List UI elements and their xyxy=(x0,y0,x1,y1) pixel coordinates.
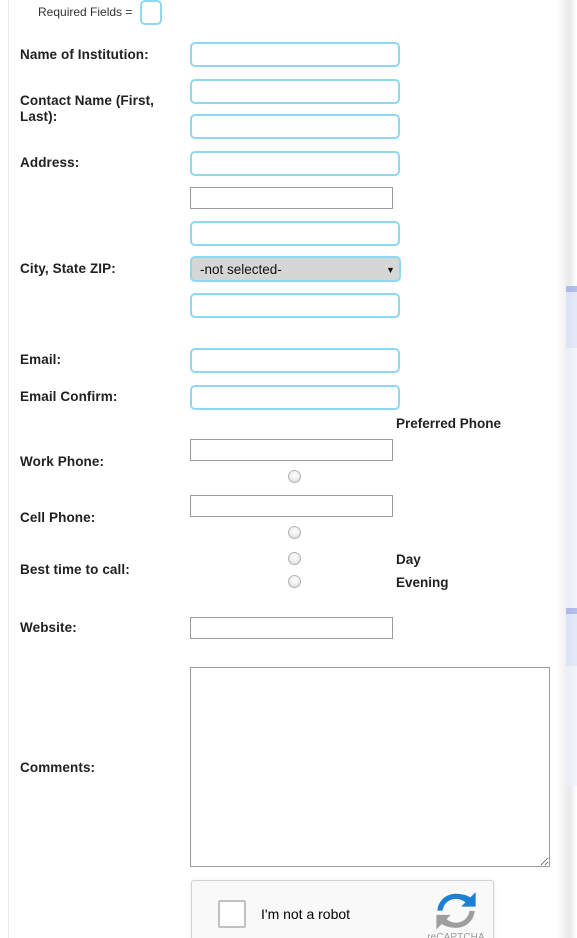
label-best-time-evening: Evening xyxy=(396,575,449,590)
page-edge-tint xyxy=(566,292,577,348)
page-edge-tint xyxy=(566,348,577,608)
page-edge-tint xyxy=(566,614,577,666)
recaptcha-logo-icon xyxy=(436,892,476,930)
recaptcha-label: I'm not a robot xyxy=(261,906,351,922)
input-address-line-1[interactable] xyxy=(190,151,400,176)
label-best-time-to-call: Best time to call: xyxy=(20,562,130,577)
page-left-gutter xyxy=(0,0,9,938)
input-website[interactable] xyxy=(190,617,393,639)
registration-form-page: Required Fields = Name of Institution: C… xyxy=(0,0,577,938)
required-fields-note: Required Fields = xyxy=(38,5,133,19)
input-work-phone[interactable] xyxy=(190,439,393,461)
input-zip[interactable] xyxy=(190,293,400,318)
select-state[interactable]: -not selected- xyxy=(190,256,401,282)
input-email[interactable] xyxy=(190,348,400,373)
label-name-of-institution: Name of Institution: xyxy=(20,47,149,62)
recaptcha-checkbox[interactable] xyxy=(218,900,246,928)
radio-preferred-phone-cell[interactable] xyxy=(288,526,301,539)
required-fields-swatch xyxy=(140,0,162,25)
input-address-line-3[interactable] xyxy=(190,221,400,246)
recaptcha-brand: reCAPTCHA xyxy=(427,932,485,938)
label-email-confirm: Email Confirm: xyxy=(20,389,118,404)
input-cell-phone[interactable] xyxy=(190,495,393,517)
textarea-comments[interactable] xyxy=(190,667,550,867)
label-contact-name: Contact Name (First, Last): xyxy=(20,93,155,124)
label-email: Email: xyxy=(20,352,62,367)
label-preferred-phone: Preferred Phone xyxy=(396,416,502,431)
label-city-state-zip: City, State ZIP: xyxy=(20,261,116,276)
label-work-phone: Work Phone: xyxy=(20,454,105,469)
page-edge-tint xyxy=(566,666,577,786)
radio-best-time-evening[interactable] xyxy=(288,575,301,588)
label-address: Address: xyxy=(20,155,80,170)
label-comments: Comments: xyxy=(20,760,96,775)
label-website: Website: xyxy=(20,620,77,635)
input-address-line-2[interactable] xyxy=(190,187,393,209)
input-contact-first-name[interactable] xyxy=(190,79,400,104)
input-name-of-institution[interactable] xyxy=(190,42,400,67)
label-best-time-day: Day xyxy=(396,552,421,567)
radio-best-time-day[interactable] xyxy=(288,552,301,565)
recaptcha-widget[interactable]: I'm not a robot reCAPTCHA Privacy - Term… xyxy=(191,880,494,938)
radio-preferred-phone-work[interactable] xyxy=(288,470,301,483)
input-contact-last-name[interactable] xyxy=(190,114,400,139)
input-email-confirm[interactable] xyxy=(190,385,400,410)
label-cell-phone: Cell Phone: xyxy=(20,510,96,525)
